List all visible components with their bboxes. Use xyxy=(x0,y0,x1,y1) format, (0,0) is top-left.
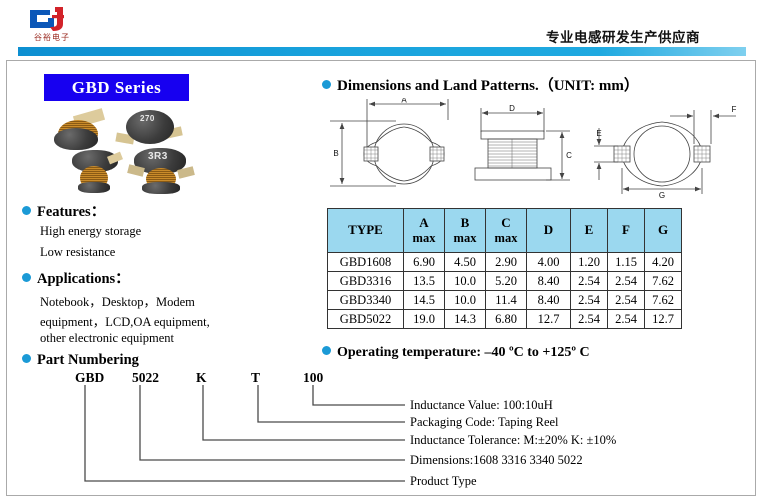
pn-legend-inductance-value: Inductance Value: 100:10uH xyxy=(410,398,553,412)
pn-legend-product-type: Product Type xyxy=(410,474,477,488)
pn-legend-dimensions: Dimensions:1608 3316 3340 5022 xyxy=(410,453,583,467)
datasheet-page: 谷裕电子 专业电感研发生产供应商 GBD Series 270 3R3 Feat… xyxy=(0,0,762,502)
pn-legend-inductance-tolerance: Inductance Tolerance: M:±20% K: ±10% xyxy=(410,433,617,447)
part-numbering-diagram: GBD 5022 K T 100 Inductance Value: 100:1… xyxy=(0,0,762,502)
pn-legend-packaging-code: Packaging Code: Taping Reel xyxy=(410,415,559,429)
pn-leader-lines xyxy=(84,385,405,482)
